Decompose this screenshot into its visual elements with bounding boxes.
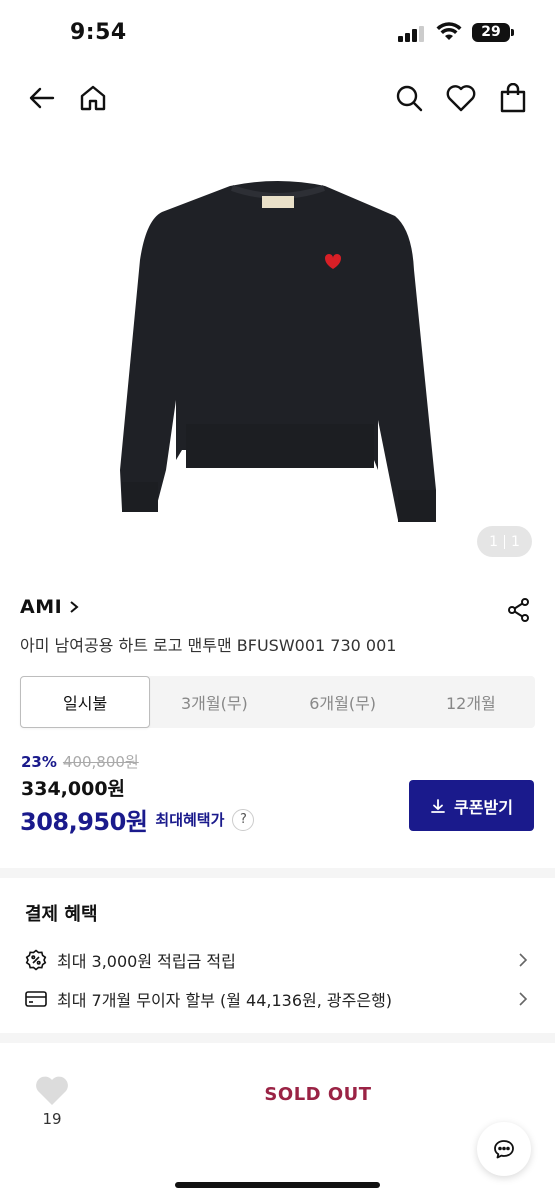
signal-icon — [398, 26, 428, 42]
chevron-right-icon — [519, 992, 528, 1006]
chevron-right-icon — [519, 953, 528, 967]
heart-icon — [446, 85, 476, 112]
download-icon — [431, 798, 445, 813]
chevron-right-icon — [70, 601, 79, 613]
battery-icon: 29 — [472, 23, 510, 42]
status-time: 9:54 — [70, 20, 127, 45]
sale-price: 334,000원 — [21, 778, 126, 800]
chat-button[interactable] — [477, 1122, 531, 1176]
shopping-bag-icon — [500, 83, 526, 113]
wishlist-button[interactable] — [445, 82, 477, 114]
back-button[interactable] — [25, 82, 57, 114]
wifi-icon — [436, 22, 462, 40]
image-counter: 1 1 — [477, 526, 532, 557]
coupon-button[interactable]: 쿠폰받기 — [409, 780, 534, 831]
tab-12-months[interactable]: 12개월 — [407, 676, 535, 728]
home-icon — [80, 85, 106, 111]
help-icon[interactable]: ? — [232, 808, 255, 831]
share-icon — [508, 598, 529, 622]
benefit-text-installment: 최대 7개월 무이자 할부 (월 44,136원, 광주은행) — [57, 991, 393, 1010]
brand-link[interactable]: AMI — [20, 596, 80, 618]
sweatshirt-image — [120, 181, 436, 522]
like-button[interactable] — [33, 1073, 71, 1107]
discount-percent: 23% — [21, 753, 57, 771]
status-bar: 9:54 29 — [0, 0, 555, 68]
battery-cap — [511, 29, 514, 36]
discount-row: 23% 400,800원 — [21, 751, 139, 772]
bottom-action-bar — [0, 1056, 555, 1200]
card-icon — [25, 988, 47, 1010]
original-price: 400,800원 — [62, 753, 139, 771]
tab-6-months[interactable]: 6개월(무) — [279, 676, 407, 728]
share-button[interactable] — [506, 597, 532, 623]
like-count: 19 — [42, 1110, 62, 1128]
home-indicator — [175, 1182, 380, 1188]
product-image[interactable] — [0, 150, 555, 570]
brand-name: AMI — [20, 596, 63, 618]
chat-bubble-icon — [494, 1140, 514, 1159]
benefits-title: 결제 혜택 — [25, 904, 98, 925]
installment-tabs: 일시불 3개월(무) 6개월(무) 12개월 — [20, 676, 535, 728]
cart-button[interactable] — [497, 82, 529, 114]
best-price-label: 최대혜택가 — [155, 811, 225, 829]
section-divider — [0, 1033, 555, 1043]
tab-3-months[interactable]: 3개월(무) — [150, 676, 278, 728]
section-divider — [0, 868, 555, 878]
sold-out-button[interactable]: SOLD OUT — [200, 1084, 436, 1105]
image-counter-separator — [504, 534, 505, 549]
product-name: 아미 남여공용 하트 로고 맨투맨 BFUSW001 730 001 — [20, 636, 397, 655]
image-counter-total: 1 — [511, 533, 520, 550]
heart-filled-icon — [36, 1076, 68, 1105]
search-icon — [396, 85, 423, 112]
benefit-row-installment[interactable]: 최대 7개월 무이자 할부 (월 44,136원, 광주은행) — [25, 984, 530, 1014]
home-button[interactable] — [77, 82, 109, 114]
coupon-button-label: 쿠폰받기 — [454, 797, 513, 817]
image-counter-current: 1 — [489, 533, 498, 550]
percent-badge-icon — [25, 949, 47, 971]
best-price-row: 308,950원 최대혜택가 ? — [20, 802, 255, 837]
tab-lump-sum[interactable]: 일시불 — [20, 676, 151, 728]
best-price: 308,950원 — [20, 808, 148, 836]
arrow-left-icon — [29, 87, 55, 109]
benefit-text-points: 최대 3,000원 적립금 적립 — [57, 952, 236, 971]
top-nav — [0, 74, 555, 122]
benefit-row-points[interactable]: 최대 3,000원 적립금 적립 — [25, 945, 530, 975]
search-button[interactable] — [393, 82, 425, 114]
